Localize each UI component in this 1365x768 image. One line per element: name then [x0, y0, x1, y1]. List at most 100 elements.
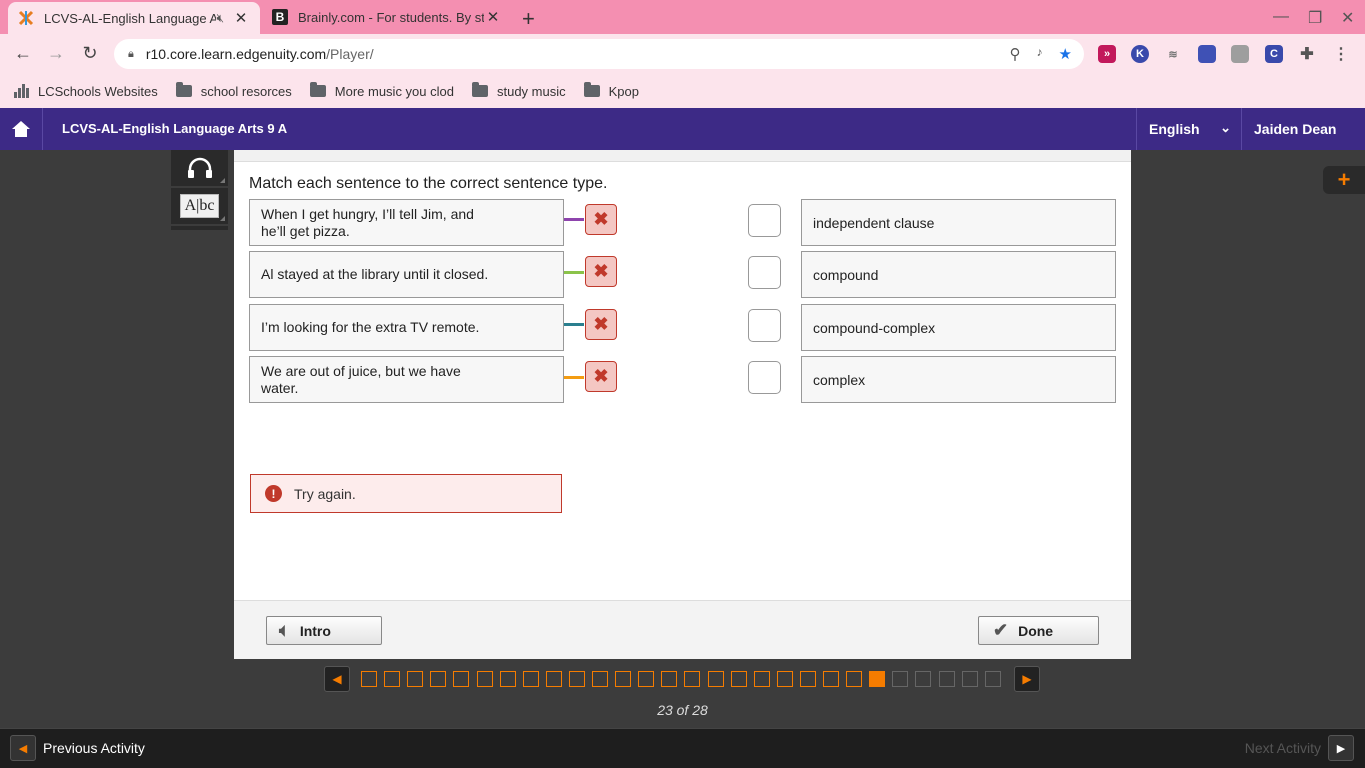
- user-name[interactable]: Jaiden Dean: [1254, 121, 1336, 137]
- pager-question-26[interactable]: [938, 671, 955, 687]
- tab-edgenuity[interactable]: LCVS-AL-English Language A 🔇︎ ✕: [8, 2, 260, 34]
- intro-button[interactable]: 🔈︎ Intro: [266, 616, 382, 645]
- pager-question-15[interactable]: [684, 671, 701, 687]
- extension-grey-icon[interactable]: [1231, 45, 1249, 63]
- pager-question-4[interactable]: [430, 671, 447, 687]
- remove-match-button[interactable]: ✖: [585, 204, 617, 235]
- pager-question-25[interactable]: [915, 671, 932, 687]
- folder-icon: [309, 82, 326, 97]
- restore-icon[interactable]: ❐: [1308, 8, 1322, 28]
- speaker-icon: 🔈︎: [279, 620, 290, 640]
- arrow-right-icon: ▶: [1328, 735, 1354, 761]
- close-tab-icon[interactable]: ✕: [232, 9, 250, 27]
- checkmark-icon: ✔: [993, 620, 1009, 640]
- folder-icon: [175, 82, 192, 97]
- close-icon: ✖: [593, 209, 609, 229]
- tool-panel: A|bc: [171, 150, 228, 230]
- pager-question-13[interactable]: [638, 671, 655, 687]
- bookmark-folder-school[interactable]: school resorces: [175, 82, 292, 99]
- pager-question-21[interactable]: [823, 671, 839, 687]
- pager-question-22[interactable]: [846, 671, 863, 687]
- blocked-media-icon[interactable]: ♪: [1037, 45, 1043, 63]
- pager-question-11[interactable]: [592, 671, 608, 687]
- answer-item[interactable]: compound: [801, 251, 1116, 298]
- pager-question-27[interactable]: [961, 671, 978, 687]
- extension-c-icon[interactable]: C: [1265, 45, 1283, 63]
- answer-item[interactable]: independent clause: [801, 199, 1116, 246]
- bookmark-folder-music[interactable]: More music you clod: [309, 82, 454, 99]
- bookmark-folder-kpop[interactable]: Kpop: [583, 82, 639, 99]
- add-tool-button[interactable]: +: [1323, 166, 1365, 194]
- lcschools-icon: [14, 84, 30, 98]
- forward-arrow-icon[interactable]: →: [45, 43, 67, 64]
- answer-text: complex: [813, 371, 866, 388]
- pager-question-18[interactable]: [753, 671, 770, 687]
- answer-drop-slot[interactable]: [748, 204, 781, 237]
- previous-activity-button[interactable]: ◀ Previous Activity: [10, 735, 145, 761]
- pager-next-button[interactable]: ▶: [1014, 666, 1040, 692]
- pager-prev-button[interactable]: ◀: [324, 666, 350, 692]
- question-instruction: Match each sentence to the correct sente…: [249, 175, 608, 192]
- tab-brainly[interactable]: B Brainly.com - For students. By st ✕: [262, 0, 512, 34]
- next-activity-button[interactable]: Next Activity ▶: [1245, 735, 1354, 761]
- back-arrow-icon[interactable]: ←: [12, 43, 34, 64]
- extension-k-icon[interactable]: K: [1131, 45, 1149, 63]
- browser-menu-icon[interactable]: ⋮: [1332, 45, 1350, 63]
- glossary-book-icon: A|bc: [179, 194, 220, 218]
- remove-match-button[interactable]: ✖: [585, 309, 617, 340]
- pager-question-20[interactable]: [799, 671, 816, 687]
- extension-blue-icon[interactable]: [1198, 45, 1216, 63]
- glossary-tool-button[interactable]: A|bc: [171, 188, 228, 226]
- panel-footer: 🔈︎ Intro ✔ Done: [234, 600, 1131, 659]
- bookmark-folder-study[interactable]: study music: [471, 82, 566, 99]
- pager-question-28[interactable]: [984, 671, 1001, 687]
- remove-match-button[interactable]: ✖: [585, 361, 617, 392]
- location-pin-icon[interactable]: ⚲: [1010, 45, 1021, 63]
- browser-tab-strip: LCVS-AL-English Language A 🔇︎ ✕ B Brainl…: [0, 0, 1365, 34]
- pager-question-24[interactable]: [892, 671, 909, 687]
- pager-question-17[interactable]: [730, 671, 747, 687]
- answer-item[interactable]: complex: [801, 356, 1116, 403]
- answer-drop-slot[interactable]: [748, 361, 781, 394]
- reload-icon[interactable]: ↻: [79, 43, 101, 64]
- home-button[interactable]: [0, 108, 43, 150]
- url-path: /Player/: [326, 46, 374, 62]
- pager-question-8[interactable]: [522, 671, 539, 687]
- muted-speaker-icon[interactable]: 🔇︎: [216, 11, 224, 26]
- prompt-item[interactable]: I’m looking for the extra TV remote.: [249, 304, 564, 351]
- answer-drop-slot[interactable]: [748, 256, 781, 289]
- close-tab-icon[interactable]: ✕: [484, 8, 502, 26]
- prompt-item[interactable]: When I get hungry, I’ll tell Jim, and he…: [249, 199, 564, 246]
- extensions-puzzle-icon[interactable]: ✚: [1298, 45, 1316, 63]
- new-tab-plus-icon[interactable]: +: [522, 6, 535, 32]
- address-bar[interactable]: 🔒︎ r10.core.learn.edgenuity.com/Player/ …: [114, 39, 1084, 69]
- pager-question-12[interactable]: [615, 671, 632, 687]
- close-window-icon[interactable]: ✕: [1341, 8, 1354, 28]
- pager-question-1[interactable]: [361, 671, 377, 687]
- answer-drop-slot[interactable]: [748, 309, 781, 342]
- done-button[interactable]: ✔ Done: [978, 616, 1099, 645]
- extension-fastforward-icon[interactable]: »: [1098, 45, 1116, 63]
- language-select[interactable]: English ⌄: [1136, 108, 1242, 150]
- answer-item[interactable]: compound-complex: [801, 304, 1116, 351]
- pager-question-19[interactable]: [776, 671, 793, 687]
- bookmark-lcschools[interactable]: LCSchools Websites: [14, 84, 158, 99]
- pager-question-10[interactable]: [568, 671, 585, 687]
- pager-question-23[interactable]: [869, 671, 886, 687]
- bookmark-star-icon[interactable]: ★: [1059, 45, 1072, 63]
- pager-question-5[interactable]: [453, 671, 470, 687]
- audio-tool-button[interactable]: [171, 150, 228, 188]
- extension-lines-icon[interactable]: ≋: [1164, 45, 1182, 63]
- question-pager: ◀ ▶: [324, 666, 1042, 692]
- pager-question-14[interactable]: [661, 671, 678, 687]
- prompt-item[interactable]: Al stayed at the library until it closed…: [249, 251, 564, 298]
- minimize-icon[interactable]: —: [1273, 8, 1289, 26]
- pager-question-2[interactable]: [384, 671, 401, 687]
- pager-question-3[interactable]: [407, 671, 424, 687]
- pager-question-16[interactable]: [707, 671, 724, 687]
- pager-question-7[interactable]: [499, 671, 516, 687]
- pager-question-9[interactable]: [545, 671, 562, 687]
- remove-match-button[interactable]: ✖: [585, 256, 617, 287]
- pager-question-6[interactable]: [476, 671, 493, 687]
- prompt-item[interactable]: We are out of juice, but we have water.: [249, 356, 564, 403]
